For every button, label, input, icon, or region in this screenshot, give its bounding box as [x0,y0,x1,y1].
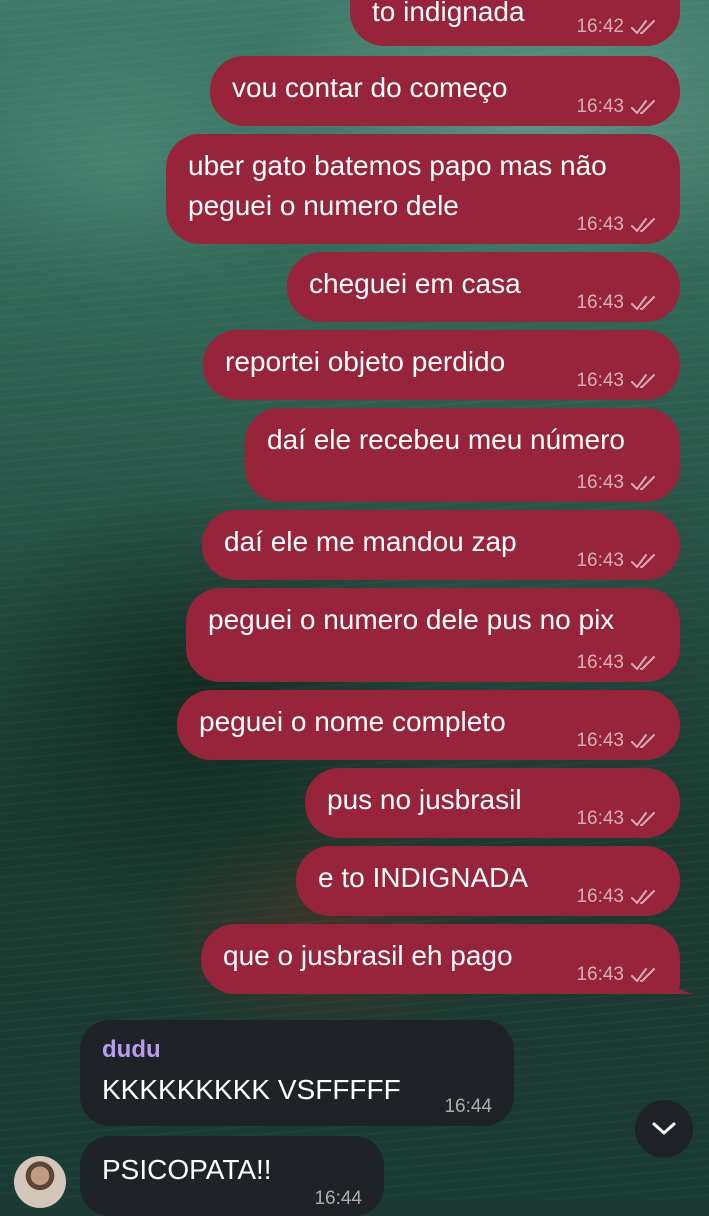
message-meta: 16:43 [576,964,658,986]
message-time: 16:44 [444,1096,492,1117]
message-text: cheguei em casa [309,268,521,299]
message-meta: 16:43 [576,214,658,236]
outgoing-message[interactable]: que o jusbrasil eh pago 16:43 [201,924,694,994]
bubble-tail-icon [664,968,694,994]
outgoing-message[interactable]: vou contar do começo 16:43 [210,56,680,126]
outgoing-message[interactable]: cheguei em casa 16:43 [287,252,680,322]
double-check-icon [631,296,655,310]
outgoing-message[interactable]: peguei o numero dele pus no pix 16:43 [186,588,680,682]
double-check-icon [631,734,655,748]
double-check-icon [631,374,655,388]
message-text: peguei o numero dele pus no pix [208,604,615,635]
message-text: daí ele me mandou zap [224,526,517,557]
double-check-icon [631,554,655,568]
message-meta: 16:43 [576,472,658,494]
message-meta: 16:43 [576,370,658,392]
message-time: 16:43 [576,96,624,117]
double-check-icon [631,476,655,490]
message-text: e to INDIGNADA [318,862,529,893]
message-text: peguei o nome completo [199,706,506,737]
message-time: 16:43 [576,550,624,571]
message-time: 16:43 [576,886,624,907]
double-check-icon [631,968,655,982]
double-check-icon [631,812,655,826]
message-meta: 16:43 [576,550,658,572]
incoming-message[interactable]: PSICOPATA!! 16:44 [80,1136,384,1216]
message-text: pus no jusbrasil [327,784,522,815]
message-time: 16:43 [576,370,624,391]
message-meta: 16:43 [576,652,658,674]
message-text: KKKKKKKKK VSFFFFF [102,1074,401,1105]
message-time: 16:43 [576,214,624,235]
message-meta: 16:43 [576,730,658,752]
message-time: 16:42 [576,16,624,37]
message-time: 16:43 [576,292,624,313]
message-text: reportei objeto perdido [225,346,506,377]
message-meta: 16:43 [576,808,658,830]
double-check-icon [631,218,655,232]
sender-name[interactable]: dudu [102,1036,161,1064]
avatar[interactable] [14,1156,66,1208]
outgoing-message[interactable]: daí ele me mandou zap 16:43 [202,510,680,580]
incoming-message[interactable]: dudu KKKKKKKKK VSFFFFF 16:44 [80,1020,514,1126]
chevron-down-icon [652,1122,676,1135]
message-text: uber gato batemos papo mas não [188,150,607,181]
outgoing-message[interactable]: peguei o nome completo 16:43 [177,690,680,760]
message-text-line-2: peguei o numero dele [188,190,459,221]
outgoing-message[interactable]: daí ele recebeu meu número 16:43 [245,408,680,502]
message-meta: 16:42 [576,16,658,38]
double-check-icon [631,20,655,34]
message-time: 16:43 [576,964,624,985]
message-text: vou contar do começo [232,72,508,103]
double-check-icon [631,656,655,670]
message-text: to indignada [372,0,525,27]
message-time: 16:43 [576,808,624,829]
message-text: daí ele recebeu meu número [267,424,625,455]
double-check-icon [631,100,655,114]
outgoing-message[interactable]: to indignada 16:42 [350,0,680,46]
double-check-icon [631,890,655,904]
message-time: 16:43 [576,730,624,751]
outgoing-message[interactable]: e to INDIGNADA 16:43 [296,846,680,916]
message-time: 16:43 [576,472,624,493]
message-text: que o jusbrasil eh pago [223,940,513,971]
message-meta: 16:43 [576,886,658,908]
message-time: 16:43 [576,652,624,673]
message-time: 16:44 [314,1188,362,1209]
outgoing-message[interactable]: reportei objeto perdido 16:43 [203,330,680,400]
outgoing-message[interactable]: pus no jusbrasil 16:43 [305,768,680,838]
message-meta: 16:43 [576,292,658,314]
message-meta: 16:43 [576,96,658,118]
scroll-down-button[interactable] [635,1100,693,1158]
outgoing-message[interactable]: uber gato batemos papo mas não peguei o … [166,134,680,244]
message-text: PSICOPATA!! [102,1154,272,1185]
